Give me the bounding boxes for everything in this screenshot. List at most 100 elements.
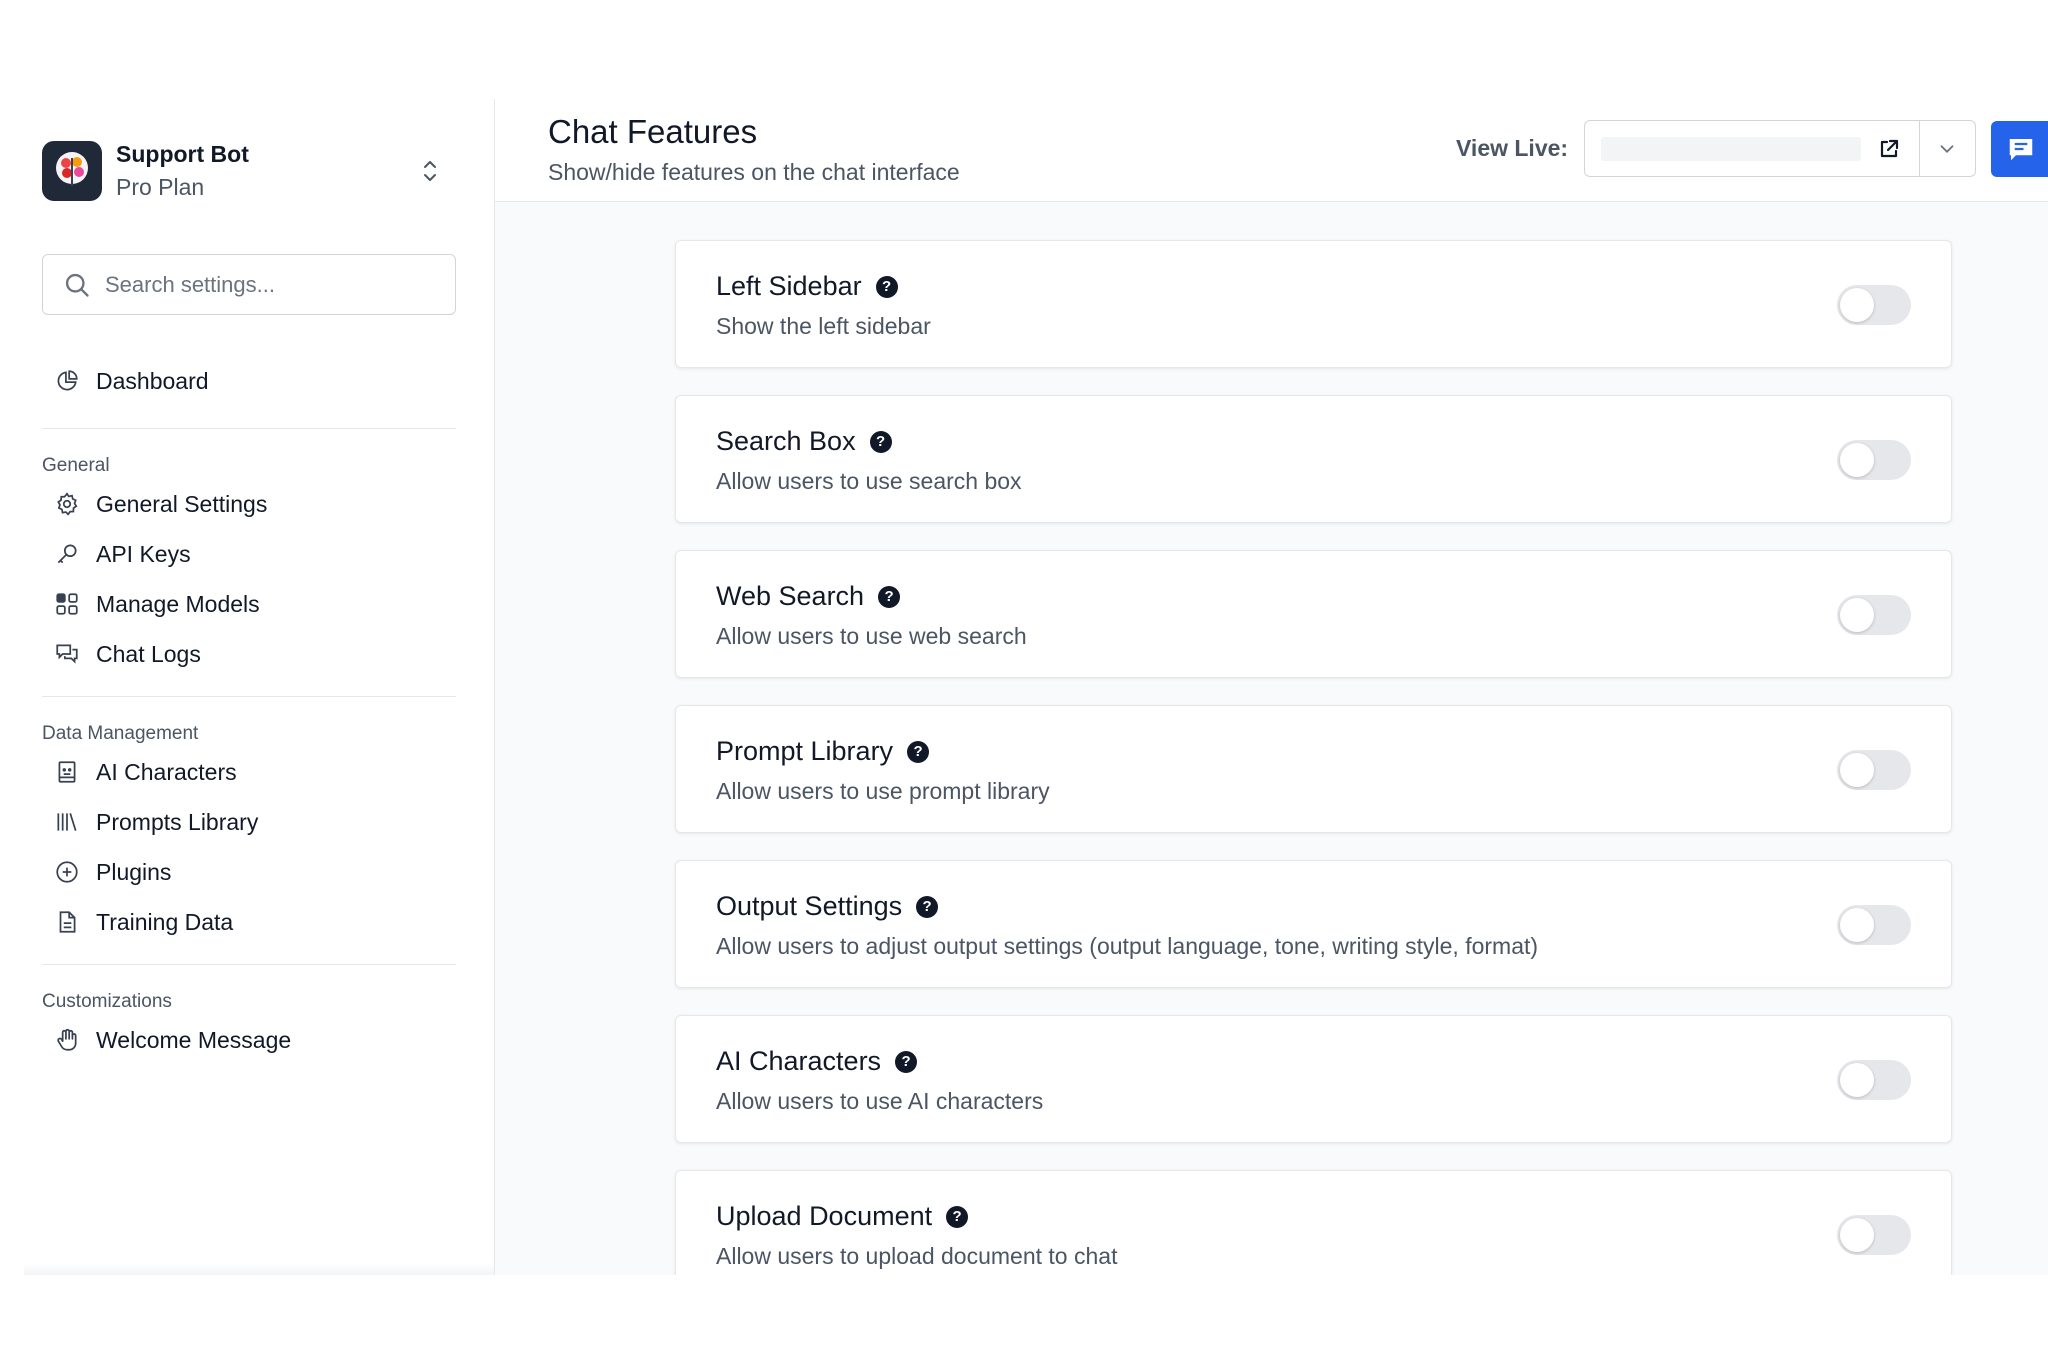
feature-title: AI Characters bbox=[716, 1046, 882, 1076]
help-icon[interactable]: ? bbox=[878, 585, 901, 608]
main-content: Chat Features Show/hide features on the … bbox=[495, 99, 2048, 1275]
feature-card-prompt-library: Prompt Library ? Allow users to use prom… bbox=[675, 705, 1952, 833]
feature-title: Output Settings bbox=[716, 891, 903, 921]
feature-card-search-box: Search Box ? Allow users to use search b… bbox=[675, 395, 1952, 523]
feature-card-left-sidebar: Left Sidebar ? Show the left sidebar bbox=[675, 240, 1952, 368]
sidebar-divider bbox=[42, 428, 456, 429]
help-icon[interactable]: ? bbox=[869, 430, 892, 453]
feature-toggle[interactable] bbox=[1837, 285, 1911, 325]
feature-toggle[interactable] bbox=[1837, 440, 1911, 480]
message-icon bbox=[2009, 139, 2033, 161]
sidebar-item-label: Plugins bbox=[96, 858, 172, 885]
help-icon[interactable]: ? bbox=[875, 275, 898, 298]
live-url-field[interactable] bbox=[1601, 136, 1862, 161]
chevron-up-down-icon[interactable] bbox=[418, 157, 442, 185]
library-icon bbox=[57, 813, 77, 831]
feature-description: Allow users to use AI characters bbox=[716, 1088, 1044, 1114]
sidebar-item-label: Dashboard bbox=[96, 367, 209, 394]
pie-chart-icon bbox=[57, 370, 78, 391]
feature-description: Allow users to upload document to chat bbox=[716, 1243, 1118, 1269]
external-link-icon bbox=[1880, 139, 1899, 157]
feature-toggle[interactable] bbox=[1837, 905, 1911, 945]
sidebar-scroll-fade bbox=[24, 1263, 494, 1275]
sidebar-item-manage-models[interactable]: Manage Models bbox=[42, 579, 456, 629]
workspace-name: Support Bot bbox=[116, 141, 249, 167]
feature-toggle[interactable] bbox=[1837, 1215, 1911, 1255]
feature-card-upload-document: Upload Document ? Allow users to upload … bbox=[675, 1170, 1952, 1275]
feature-title: Left Sidebar bbox=[716, 271, 862, 301]
workspace-switcher[interactable]: Support Bot Pro Plan bbox=[42, 141, 249, 201]
chevron-down-icon bbox=[1940, 144, 1954, 153]
feature-title: Prompt Library bbox=[716, 736, 894, 766]
help-icon[interactable]: ? bbox=[895, 1050, 918, 1073]
plus-circle-icon bbox=[56, 861, 78, 883]
feature-card-web-search: Web Search ? Allow users to use web sear… bbox=[675, 550, 1952, 678]
robot-face-icon bbox=[58, 761, 76, 783]
sidebar-item-general-settings[interactable]: General Settings bbox=[42, 479, 456, 529]
open-external-button[interactable] bbox=[1869, 129, 1908, 169]
sidebar-divider bbox=[42, 696, 456, 697]
app-window: Support Bot Pro Plan Dashboard bbox=[0, 99, 2048, 1275]
workspace-plan: Pro Plan bbox=[116, 174, 205, 200]
key-icon bbox=[57, 544, 77, 564]
sidebar-item-label: AI Characters bbox=[96, 758, 237, 785]
sidebar-item-prompts-library[interactable]: Prompts Library bbox=[42, 797, 456, 847]
feature-toggle[interactable] bbox=[1837, 750, 1911, 790]
section-label-customizations: Customizations bbox=[42, 991, 172, 1012]
chat-bubbles-icon bbox=[56, 644, 78, 664]
help-icon[interactable]: ? bbox=[907, 740, 930, 763]
brand-logo bbox=[42, 141, 102, 201]
toggle-knob bbox=[1840, 1063, 1874, 1097]
sidebar-divider bbox=[42, 964, 456, 965]
toggle-knob bbox=[1840, 908, 1874, 942]
sidebar-item-label: Training Data bbox=[96, 908, 234, 935]
page-subtitle: Show/hide features on the chat interface bbox=[548, 159, 960, 185]
document-icon bbox=[59, 911, 76, 933]
feature-description: Allow users to use search box bbox=[716, 468, 1022, 494]
feature-list: Left Sidebar ? Show the left sidebar Sea… bbox=[675, 240, 1952, 1275]
toggle-knob bbox=[1840, 753, 1874, 787]
toggle-knob bbox=[1840, 598, 1874, 632]
sidebar-item-label: Manage Models bbox=[96, 590, 260, 617]
help-icon[interactable]: ? bbox=[946, 1205, 969, 1228]
open-chat-button[interactable] bbox=[1991, 121, 2048, 177]
sidebar: Support Bot Pro Plan Dashboard bbox=[0, 99, 495, 1275]
grid-icon bbox=[56, 593, 78, 615]
sidebar-item-label: Chat Logs bbox=[96, 640, 201, 667]
feature-toggle[interactable] bbox=[1837, 1060, 1911, 1100]
sidebar-item-dashboard[interactable]: Dashboard bbox=[42, 356, 456, 406]
sidebar-item-welcome-message[interactable]: Welcome Message bbox=[42, 1015, 456, 1065]
search-input[interactable] bbox=[105, 271, 445, 298]
view-live-dropdown-button[interactable] bbox=[1920, 120, 1975, 177]
sidebar-item-label: General Settings bbox=[96, 490, 268, 517]
section-label-general: General bbox=[42, 455, 110, 476]
sidebar-item-ai-characters[interactable]: AI Characters bbox=[42, 747, 456, 797]
search-settings-box[interactable] bbox=[42, 254, 456, 315]
sidebar-item-chat-logs[interactable]: Chat Logs bbox=[42, 629, 456, 679]
feature-title: Upload Document bbox=[716, 1201, 933, 1231]
search-icon bbox=[65, 273, 89, 297]
gear-icon bbox=[57, 492, 78, 516]
sidebar-item-label: API Keys bbox=[96, 540, 191, 567]
feature-title: Web Search bbox=[716, 581, 865, 611]
section-label-data-management: Data Management bbox=[42, 723, 199, 744]
feature-description: Show the left sidebar bbox=[716, 313, 931, 339]
help-icon[interactable]: ? bbox=[916, 895, 939, 918]
feature-card-ai-characters: AI Characters ? Allow users to use AI ch… bbox=[675, 1015, 1952, 1143]
feature-card-output-settings: Output Settings ? Allow users to adjust … bbox=[675, 860, 1952, 988]
sidebar-item-api-keys[interactable]: API Keys bbox=[42, 529, 456, 579]
toggle-knob bbox=[1840, 288, 1874, 322]
sidebar-item-training-data[interactable]: Training Data bbox=[42, 897, 456, 947]
toggle-knob bbox=[1840, 1218, 1874, 1252]
feature-description: Allow users to use web search bbox=[716, 623, 1027, 649]
toggle-knob bbox=[1840, 443, 1874, 477]
brain-logo-icon bbox=[56, 152, 88, 186]
sidebar-item-label: Welcome Message bbox=[96, 1026, 292, 1053]
view-live-selector bbox=[1584, 120, 1976, 177]
feature-description: Allow users to adjust output settings (o… bbox=[716, 933, 1539, 959]
sidebar-item-plugins[interactable]: Plugins bbox=[42, 847, 456, 897]
hand-wave-icon bbox=[57, 1028, 77, 1051]
feature-toggle[interactable] bbox=[1837, 595, 1911, 635]
page-header: Chat Features Show/hide features on the … bbox=[495, 99, 2048, 202]
view-live-label: View Live: bbox=[1456, 135, 1569, 161]
